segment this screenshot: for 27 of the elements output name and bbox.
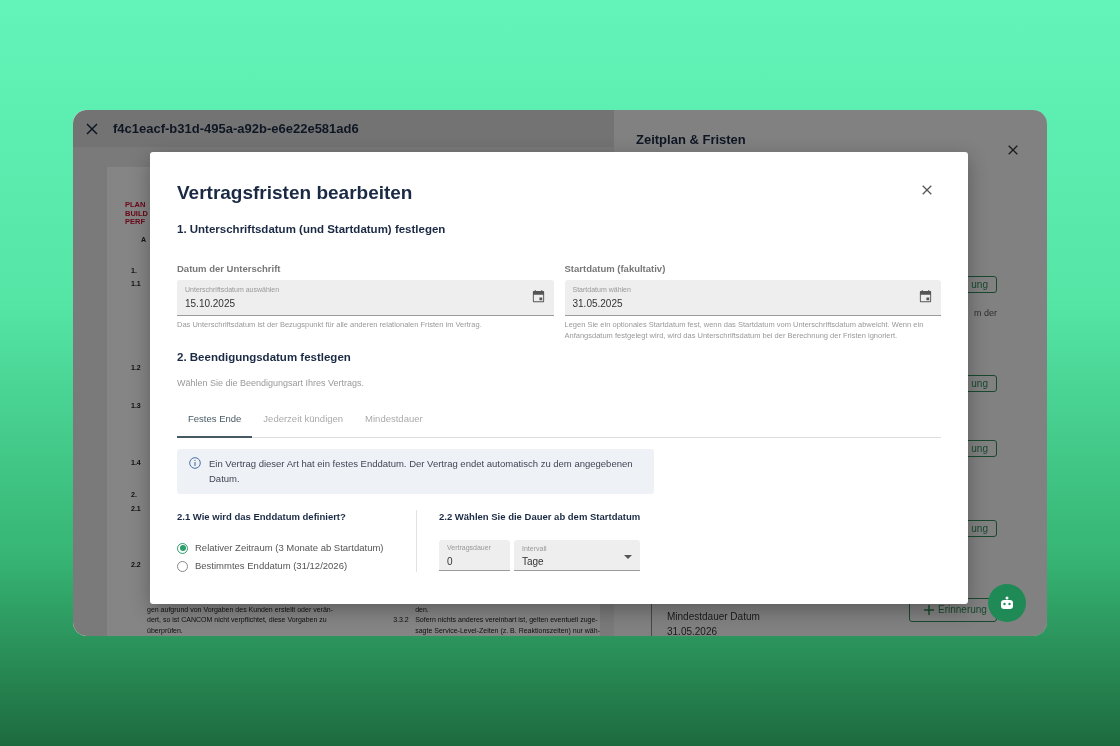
- question-heading: 2.1 Wie wird das Enddatum definiert?: [177, 509, 347, 524]
- field-heading: Datum der Unterschrift: [177, 262, 282, 277]
- entry-title: Mindestdauer Datum: [667, 609, 760, 624]
- info-icon: [189, 457, 201, 470]
- close-icon[interactable]: [85, 121, 99, 136]
- dialog-title: Vertragsfristen bearbeiten: [177, 182, 413, 205]
- section-subtitle: Wählen Sie die Beendigungsart Ihres Vertrags.: [177, 376, 366, 390]
- section-heading: 1. Unterschriftsdatum (und Startdatum) festlegen: [177, 221, 447, 237]
- field-heading: Startdatum (fakultativ): [564, 262, 667, 277]
- panel-text: m der: [974, 307, 997, 320]
- close-icon[interactable]: [1007, 144, 1019, 156]
- question-heading: 2.2 Wählen Sie die Dauer ab dem Startdatum: [439, 509, 641, 524]
- calendar-icon[interactable]: [918, 289, 933, 305]
- info-text: Ein Vertrag dieser Art hat ein festes Enddatum. Der Vertrag endet automatisch zu dem angegebenen Datum.: [209, 457, 634, 486]
- panel-title: Zeitplan & Fristen: [636, 131, 746, 149]
- section-heading: 2. Beendigungsdatum festlegen: [177, 350, 352, 366]
- assistant-button[interactable]: [988, 584, 1026, 622]
- robot-icon: [998, 595, 1016, 611]
- tab[interactable]: Festes Ende: [177, 406, 253, 439]
- entry-date: 31.05.2026: [667, 624, 719, 636]
- radio-label[interactable]: Relativer Zeitraum (3 Monate ab Startdatum): [195, 541, 384, 556]
- close-icon[interactable]: [921, 184, 933, 197]
- caret-icon: [624, 554, 632, 559]
- calendar-icon[interactable]: [530, 289, 546, 305]
- plus-icon: [924, 604, 934, 615]
- document-title: f4c1eacf-b31d-495a-a92b-e6e22e581ad6: [113, 119, 359, 138]
- radio-label[interactable]: Bestimmtes Enddatum (31/12/2026): [195, 559, 348, 574]
